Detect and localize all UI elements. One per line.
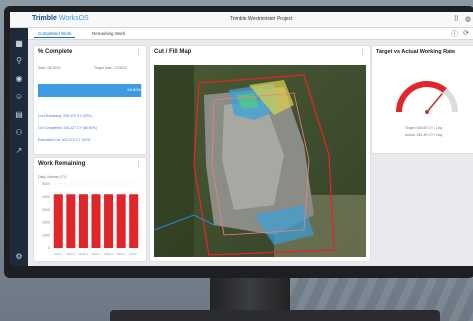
brand-logo[interactable]: Trimble WorksOS	[32, 15, 89, 22]
apps-icon[interactable]: ⠿	[454, 15, 459, 23]
target-date: Target Date: 12/30/21	[94, 66, 128, 70]
y-tick-label: 5000	[42, 182, 50, 186]
tab-actions: ⓘ ⟳	[451, 29, 469, 39]
brand-suffix: WorksOS	[58, 15, 89, 22]
start-date: Start: 08/15/21	[38, 66, 61, 70]
top-bar: Trimble WorksOS Trimble Westminster Proj…	[10, 12, 473, 28]
y-tick-label: 2000	[42, 221, 50, 225]
y-tick-label: 4000	[42, 195, 50, 199]
x-tick-label: Week 4	[92, 252, 101, 256]
more-icon[interactable]: ⋮	[135, 160, 142, 168]
progress-value: 68.60%	[127, 87, 141, 92]
help-icon[interactable]: ◍	[465, 15, 471, 23]
users-icon[interactable]: ⚇	[14, 128, 24, 138]
x-tick-label: Week 5	[104, 252, 113, 256]
location-icon[interactable]: ◉	[14, 74, 24, 84]
work-remaining-card: Work Remaining ⋮ Daily Volume (CY) 0 1000…	[34, 158, 146, 261]
estimated-cut: Estimated Cut: 642,472 CY 100%	[38, 138, 91, 142]
report-icon[interactable]: ▤	[14, 110, 24, 120]
x-tick-label: Week 2	[66, 252, 75, 256]
y-tick-label: 3000	[42, 208, 50, 212]
bar[interactable]	[78, 194, 88, 248]
cut-completed: Cut Completed: 440,427 CY (68.60%)	[38, 126, 97, 130]
project-title: Trimble Westminster Project	[230, 16, 293, 22]
work-remaining-chart: 0 1000 2000 3000 4000 5000 Week 1 Week 2 Week 3 W…	[42, 182, 140, 256]
app-screen: ☰ ▦ ⚲ ◉ ☺ ▤ ⚇ ↗ ⚙ Trimble WorksOS Trimbl…	[10, 12, 473, 266]
gauge-hub	[425, 110, 429, 114]
map-pin-icon[interactable]: ⚲	[14, 56, 24, 66]
x-tick-label: Week 7	[129, 252, 138, 256]
target-rate-card: Target vs Actual Working Rate Target: 58…	[372, 46, 473, 153]
bar[interactable]	[91, 194, 101, 248]
cut-remaining: Cut Remaining: 205,479 CY (32%)	[38, 114, 92, 118]
cut-fill-map-card: Cut / Fill Map ⋮	[150, 46, 370, 261]
y-tick-label: 0	[48, 246, 50, 250]
more-icon[interactable]: ⋮	[359, 48, 366, 56]
info-icon[interactable]: ⓘ	[451, 29, 458, 39]
map-canvas[interactable]	[154, 65, 366, 257]
actual-rate-text: Actual: 481.49 CY / Day	[405, 133, 443, 137]
card-title: Work Remaining	[38, 161, 86, 167]
bar[interactable]	[116, 194, 126, 248]
y-tick-label: 1000	[42, 233, 50, 237]
progress-fill	[38, 84, 141, 97]
progress-bar: 68.60%	[38, 84, 142, 97]
top-right-icons: ⠿ ◍	[454, 15, 471, 23]
bar[interactable]	[53, 194, 63, 248]
monitor-frame: ☰ ▦ ⚲ ◉ ☺ ▤ ⚇ ↗ ⚙ Trimble WorksOS Trimbl…	[4, 6, 473, 278]
monitor-base	[110, 310, 440, 321]
monitor-stand	[210, 278, 290, 312]
tab-completed-work[interactable]: Completed Work	[34, 30, 76, 38]
tab-bar: Completed Work Remaining Work ⓘ ⟳	[28, 28, 473, 40]
bar[interactable]	[104, 194, 114, 248]
bar[interactable]	[66, 194, 76, 248]
tab-remaining-work[interactable]: Remaining Work	[88, 30, 129, 37]
target-rate-text: Target: 583.60 CY / Day	[405, 126, 443, 130]
card-title: % Complete	[38, 49, 73, 55]
x-tick-label: Week 3	[79, 252, 88, 256]
more-icon[interactable]: ⋮	[135, 48, 142, 56]
x-tick-label: Week 6	[117, 252, 126, 256]
refresh-icon[interactable]: ⟳	[463, 29, 469, 39]
bar[interactable]	[129, 194, 139, 248]
sidebar: ☰ ▦ ⚲ ◉ ☺ ▤ ⚇ ↗ ⚙	[10, 12, 28, 266]
percent-complete-card: % Complete ⋮ Start: 08/15/21 Target Date…	[34, 46, 146, 154]
trend-icon[interactable]: ↗	[14, 146, 24, 156]
person-icon[interactable]: ☺	[14, 92, 24, 102]
rate-gauge	[396, 81, 458, 114]
dashboard-icon[interactable]: ▦	[14, 39, 24, 49]
card-title: Target vs Actual Working Rate	[376, 49, 456, 55]
y-axis-label: Daily Volume (CY)	[38, 175, 67, 179]
cut-fill-map[interactable]	[154, 65, 366, 257]
settings-icon[interactable]: ⚙	[14, 252, 24, 262]
gauge-needle	[426, 92, 443, 113]
card-title: Cut / Fill Map	[154, 49, 192, 55]
brand-prefix: Trimble	[32, 15, 57, 22]
x-tick-label: Week 1	[54, 252, 63, 256]
